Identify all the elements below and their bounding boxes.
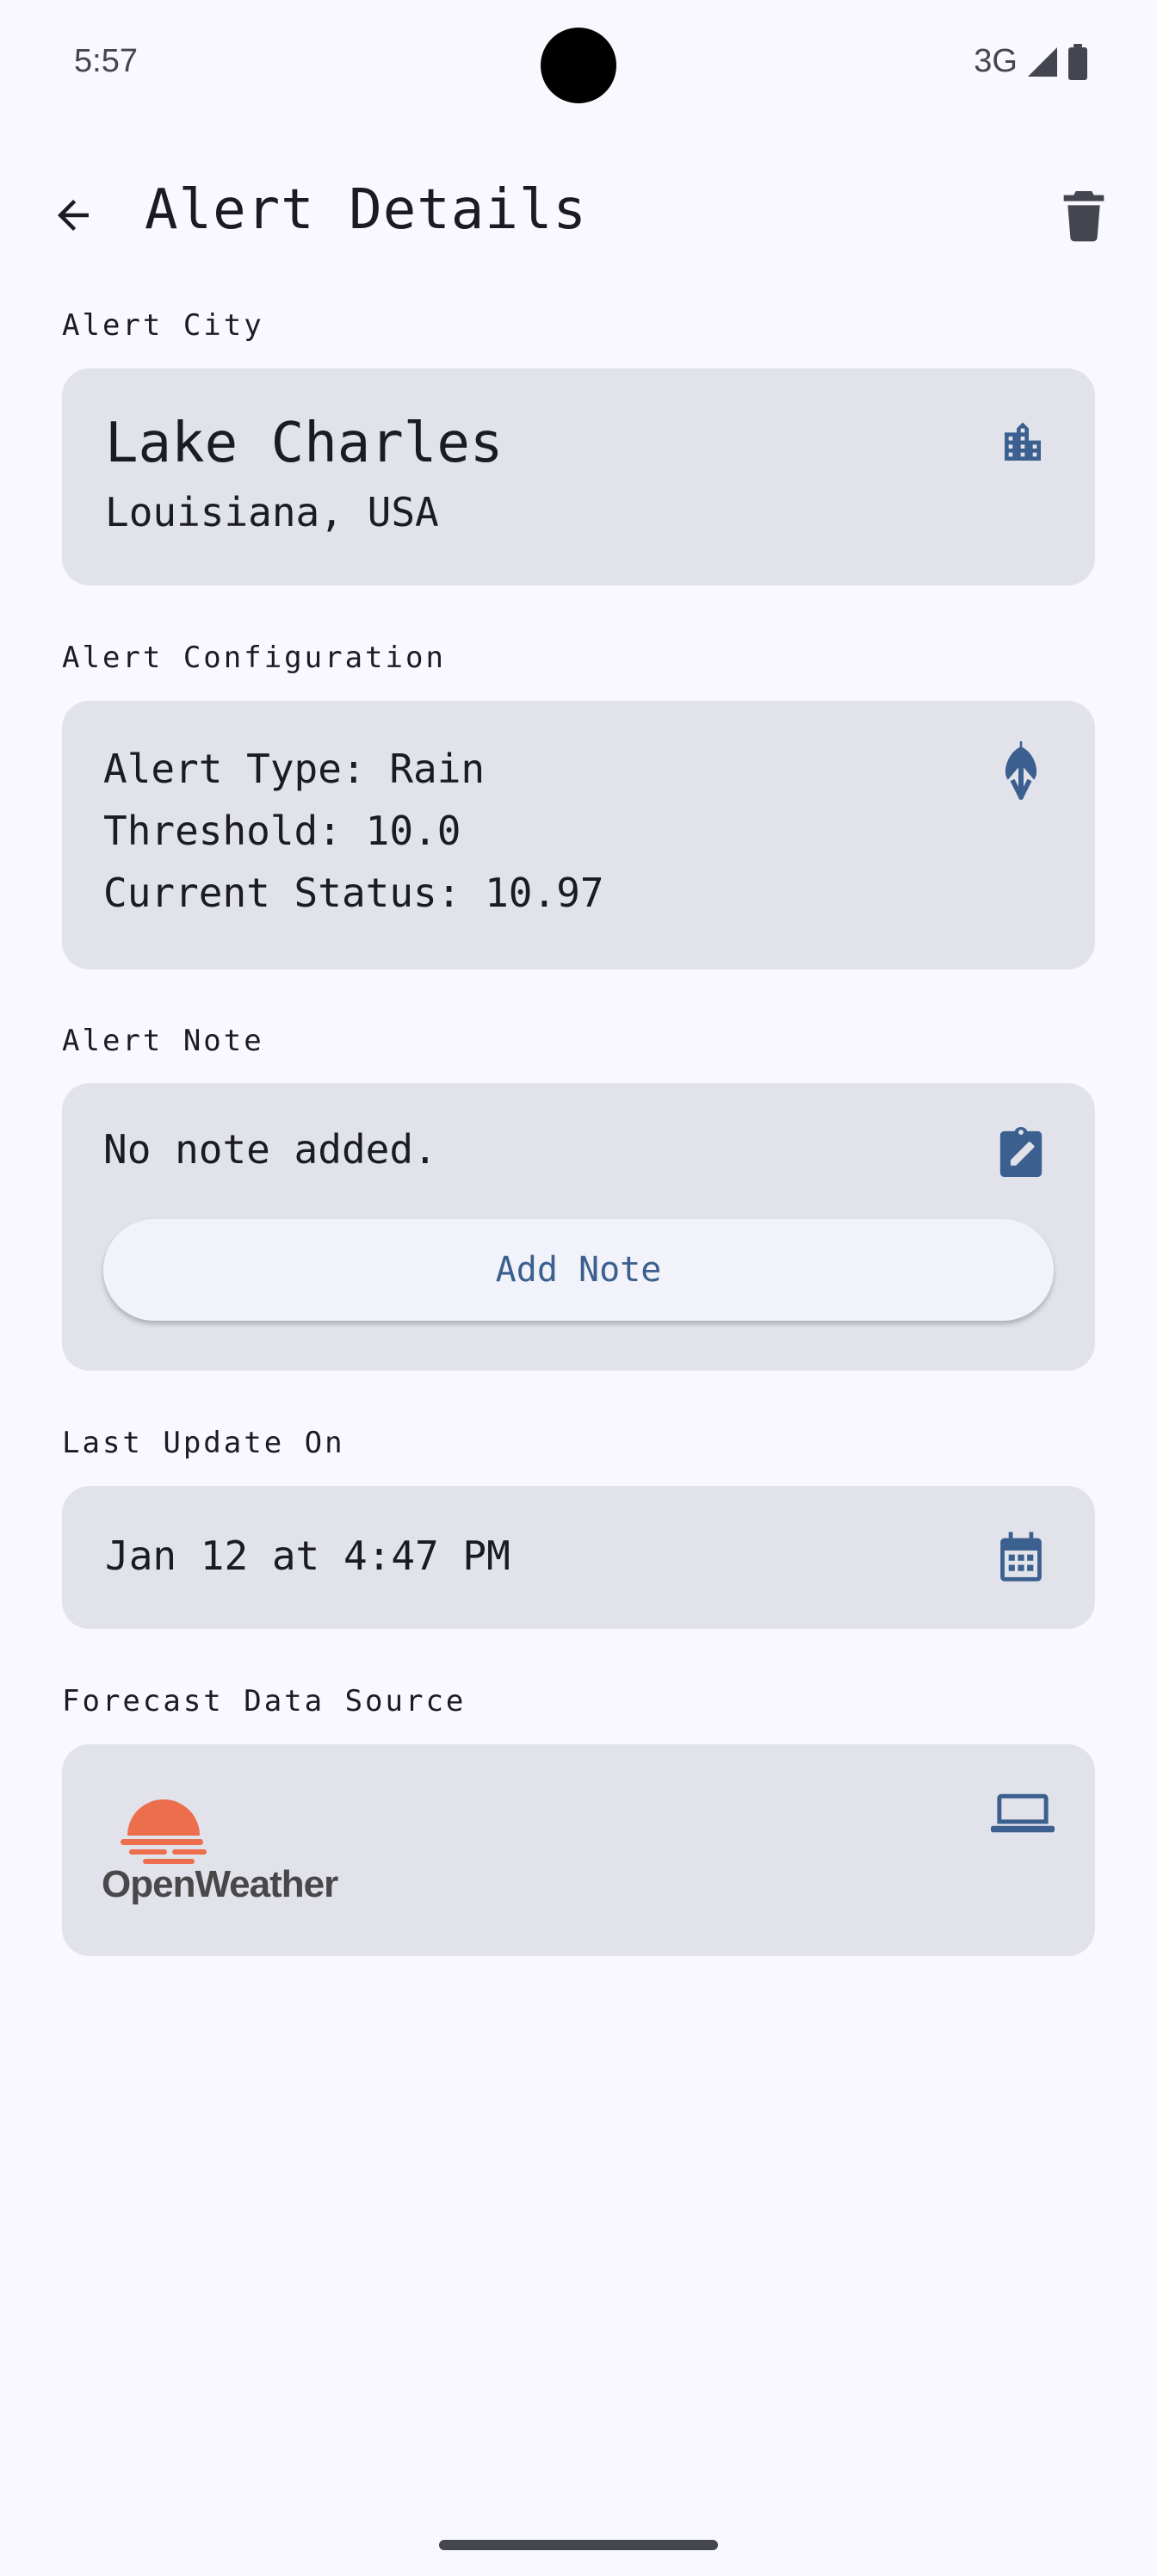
home-indicator[interactable] — [439, 2540, 718, 2550]
alert-type-line: Alert Type: Rain — [103, 746, 486, 792]
network-type: 3G — [974, 43, 1018, 79]
update-section-label: Last Update On — [62, 1426, 345, 1460]
camera-cutout — [541, 28, 616, 103]
status-bar: 5:57 3G — [0, 0, 1157, 129]
last-update-value: Jan 12 at 4:47 PM — [105, 1533, 510, 1579]
laptop-icon — [990, 1789, 1055, 1837]
status-icons: 3G — [974, 43, 1088, 80]
source-card: OpenWeather — [62, 1744, 1095, 1956]
threshold-line: Threshold: 10.0 — [103, 808, 461, 854]
note-section-label: Alert Note — [62, 1024, 264, 1058]
current-status-line: Current Status: 10.97 — [103, 870, 604, 916]
config-section-label: Alert Configuration — [62, 641, 446, 675]
note-text: No note added. — [103, 1126, 437, 1173]
source-section-label: Forecast Data Source — [62, 1684, 467, 1718]
calendar-icon — [993, 1529, 1049, 1584]
add-note-button[interactable]: Add Note — [103, 1219, 1054, 1321]
back-button[interactable] — [43, 185, 103, 245]
delete-button[interactable] — [1052, 183, 1116, 247]
city-section-label: Alert City — [62, 308, 264, 343]
update-card: Jan 12 at 4:47 PM — [62, 1486, 1095, 1629]
app-bar: Alert Details — [0, 168, 1157, 263]
city-card: Lake Charles Louisiana, USA — [62, 368, 1095, 585]
signal-icon — [1028, 46, 1057, 77]
page-title: Alert Details — [145, 178, 587, 242]
city-region: Louisiana, USA — [105, 489, 439, 536]
note-card: No note added. Add Note — [62, 1083, 1095, 1371]
trash-icon — [1063, 191, 1104, 242]
building-icon — [995, 415, 1050, 470]
status-time: 5:57 — [74, 43, 138, 79]
edit-note-icon — [993, 1123, 1049, 1181]
openweather-logo-text: OpenWeather — [102, 1863, 338, 1905]
umbrella-icon — [993, 740, 1049, 802]
battery-icon — [1068, 43, 1087, 80]
config-card: Alert Type: Rain Threshold: 10.0 Current… — [62, 701, 1095, 969]
openweather-logo: OpenWeather — [102, 1796, 377, 1908]
arrow-back-icon — [58, 200, 89, 231]
city-name: Lake Charles — [105, 412, 504, 475]
